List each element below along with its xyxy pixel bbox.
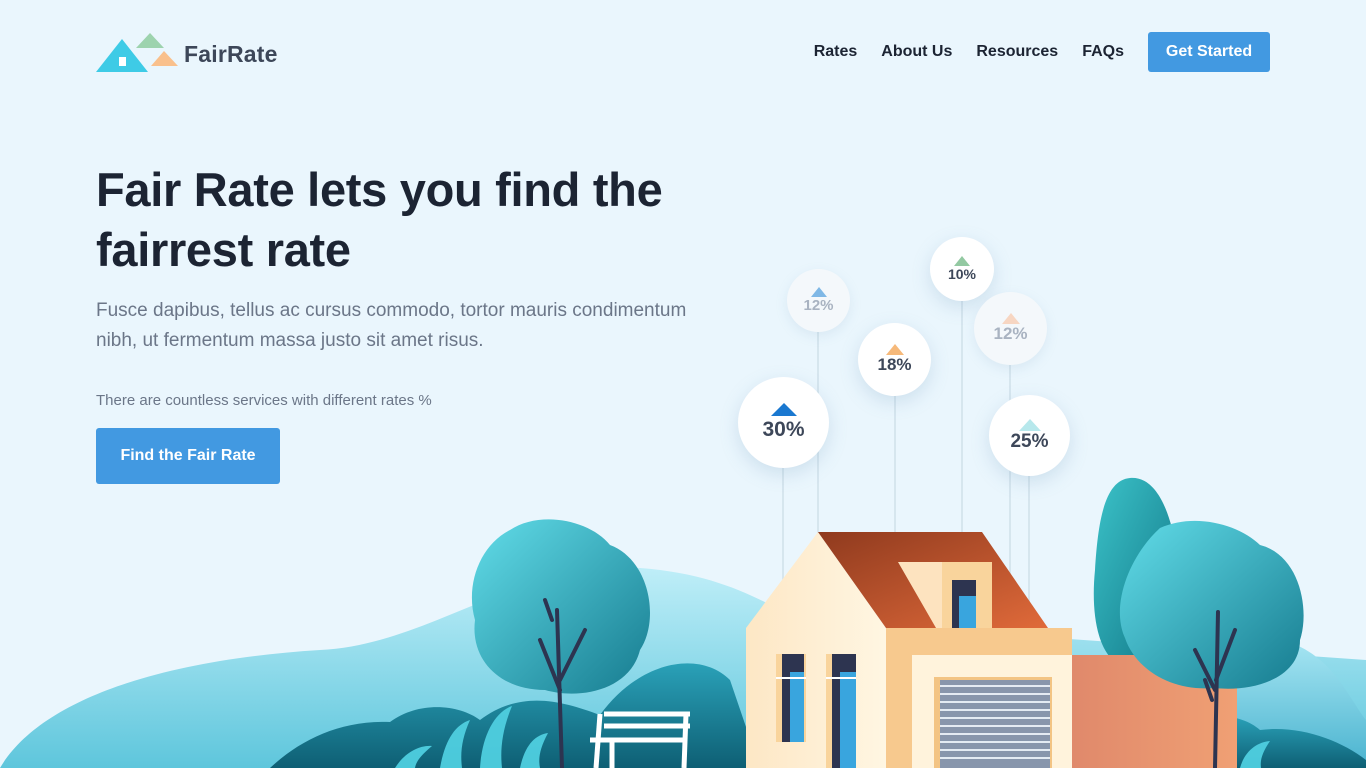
hero-note: There are countless services with differ… (96, 392, 432, 409)
site-header: FairRate Rates About Us Resources FAQs G… (0, 0, 1366, 104)
nav-link-resources[interactable]: Resources (976, 43, 1058, 61)
get-started-button[interactable]: Get Started (1148, 32, 1270, 72)
rate-value: 12% (993, 324, 1028, 343)
nav-link-about-us[interactable]: About Us (881, 43, 952, 61)
hero-title: Fair Rate lets you find the fairrest rat… (96, 163, 663, 276)
find-fair-rate-button[interactable]: Find the Fair Rate (96, 428, 280, 484)
rate-bubble-18: 18% (858, 323, 931, 396)
rate-bubble-25: 25% (989, 395, 1070, 476)
rate-value: 18% (877, 355, 912, 374)
up-arrow-icon (1018, 418, 1041, 431)
nav-link-rates[interactable]: Rates (814, 43, 858, 61)
up-arrow-icon (885, 344, 904, 355)
rate-value: 25% (1010, 430, 1049, 452)
rate-value: 10% (947, 266, 977, 282)
nav-link-faqs[interactable]: FAQs (1082, 43, 1124, 61)
main-nav: Rates About Us Resources FAQs Get Starte… (814, 32, 1270, 72)
rate-bubble-30: 30% (738, 377, 829, 468)
up-arrow-icon (810, 287, 827, 297)
rate-value: 30% (762, 418, 805, 441)
hero-illustration (0, 300, 1366, 768)
up-arrow-icon (1001, 313, 1020, 324)
up-arrow-icon (770, 403, 797, 416)
brand-name: FairRate (184, 41, 278, 67)
rate-value: 12% (803, 297, 834, 314)
hero-subtitle: Fusce dapibus, tellus ac cursus commodo,… (96, 300, 687, 351)
rate-bubble-12-left: 12% (787, 269, 850, 332)
house-logo-icon (96, 33, 178, 72)
rate-bubble-12-right: 12% (974, 292, 1047, 365)
up-arrow-icon (954, 256, 970, 266)
rate-bubble-10: 10% (930, 237, 994, 301)
brand-logo[interactable]: FairRate (96, 32, 277, 74)
